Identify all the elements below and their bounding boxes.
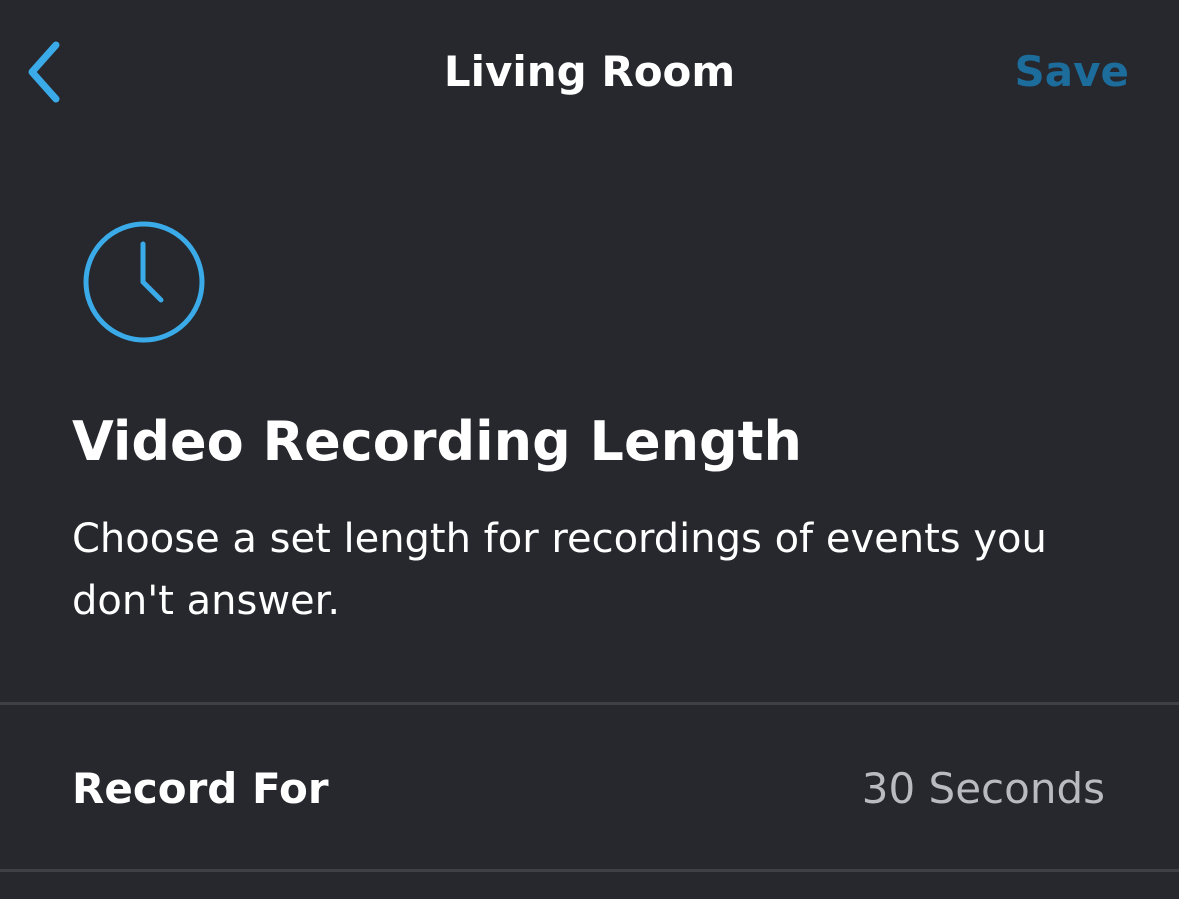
clock-icon: [82, 220, 206, 344]
page-title: Living Room: [443, 47, 736, 96]
back-button[interactable]: [14, 30, 78, 114]
record-for-row[interactable]: Record For 30 Seconds: [0, 705, 1179, 869]
chevron-left-icon: [28, 41, 60, 103]
section-description: Choose a set length for recordings of ev…: [72, 516, 1047, 624]
video-recording-length-screen: Living Room Save Video Recording Length …: [0, 0, 1179, 899]
record-for-label: Record For: [72, 764, 329, 813]
save-button[interactable]: Save: [1015, 44, 1129, 100]
divider: [0, 869, 1179, 872]
section-heading: Video Recording Length: [72, 410, 802, 473]
navigation-bar: Living Room Save: [0, 0, 1179, 145]
record-for-value: 30 Seconds: [861, 764, 1105, 813]
